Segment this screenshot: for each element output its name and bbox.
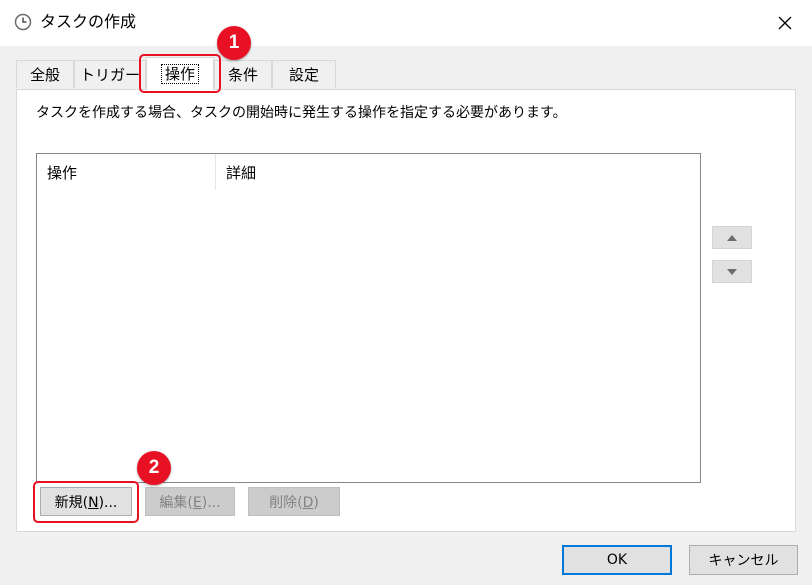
cancel-button[interactable]: キャンセル [689, 545, 798, 575]
tab-label: 設定 [288, 66, 319, 84]
tab-label: トリガー [79, 66, 140, 84]
close-icon [778, 16, 792, 30]
edit-button[interactable]: 編集(E)... [145, 487, 235, 516]
tab-actions[interactable]: 操作 [146, 57, 214, 90]
column-label: 操作 [47, 163, 78, 182]
tab-general[interactable]: 全般 [16, 60, 74, 88]
column-header-details[interactable]: 詳細 [216, 154, 516, 190]
tab-conditions[interactable]: 条件 [214, 60, 272, 88]
window-title: タスクの作成 [40, 12, 137, 31]
title-bar: タスクの作成 [0, 0, 812, 46]
column-header-action[interactable]: 操作 [37, 154, 215, 190]
annotation-badge-1: 1 [217, 26, 251, 60]
arrow-up-icon [727, 234, 737, 241]
annotation-badge-2: 2 [137, 451, 171, 485]
ok-button[interactable]: OK [562, 545, 672, 575]
tab-label: 条件 [227, 66, 258, 84]
annotation-highlight-new [33, 481, 139, 523]
move-down-button[interactable] [712, 260, 752, 283]
column-label: 詳細 [226, 163, 257, 182]
tab-triggers[interactable]: トリガー [74, 60, 146, 88]
tab-label: 操作 [160, 64, 199, 84]
button-label: キャンセル [708, 553, 779, 569]
tab-settings[interactable]: 設定 [272, 60, 336, 88]
button-label: OK [606, 552, 628, 568]
delete-button[interactable]: 削除(D) [248, 487, 340, 516]
move-up-button[interactable] [712, 226, 752, 249]
clock-icon [14, 13, 32, 31]
panel-description: タスクを作成する場合、タスクの開始時に発生する操作を指定する必要があります。 [36, 105, 567, 121]
button-label: 削除(D) [269, 494, 319, 511]
tab-label: 全般 [29, 66, 60, 84]
arrow-down-icon [727, 268, 737, 275]
button-label: 編集(E)... [159, 494, 221, 511]
actions-list[interactable]: 操作 詳細 [36, 153, 701, 483]
close-button[interactable] [772, 10, 798, 36]
